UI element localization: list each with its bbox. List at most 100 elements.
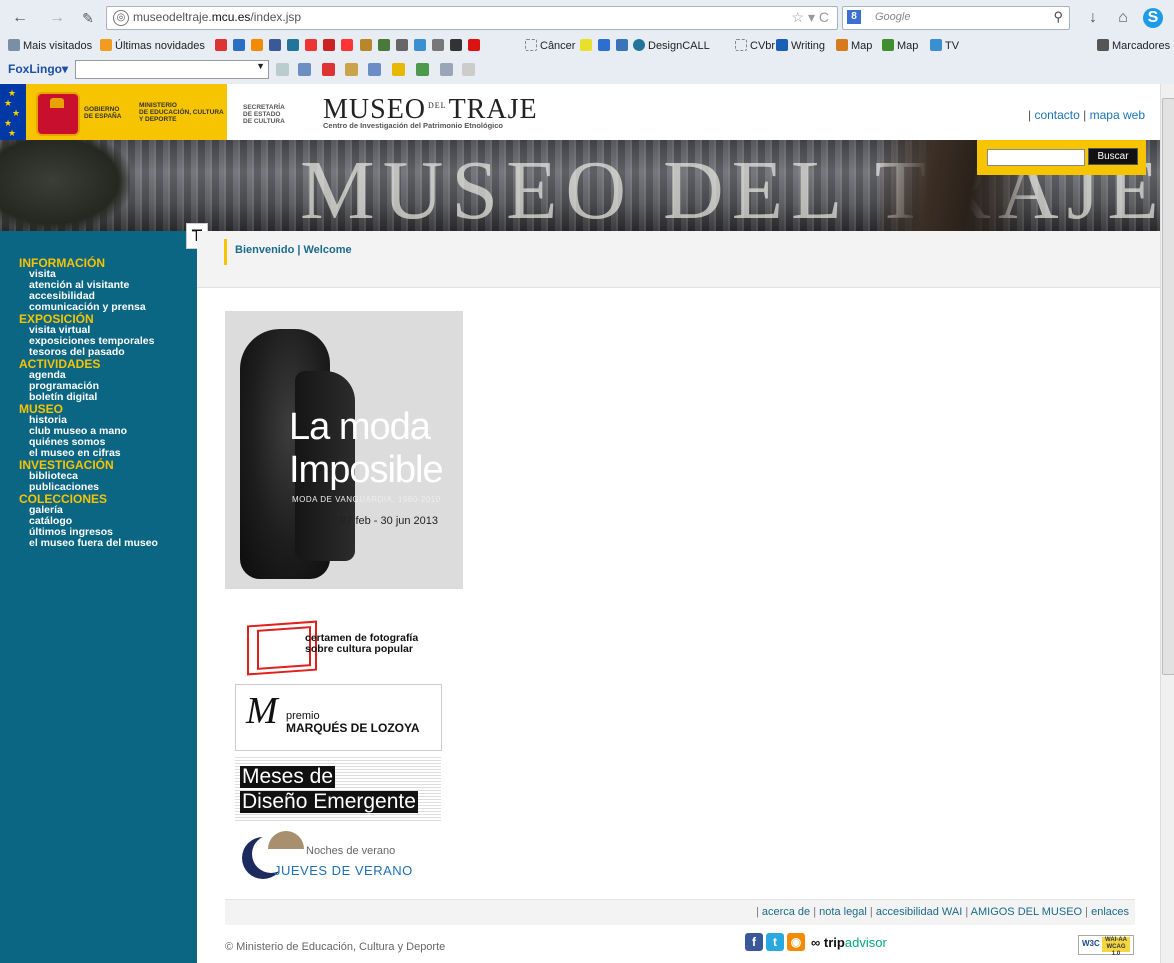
bookmarks-folder[interactable]: Marcadores xyxy=(1097,39,1170,52)
opera-icon xyxy=(341,39,354,51)
back-arrow-icon[interactable]: ← xyxy=(10,8,30,28)
url-text[interactable]: museodeltraje.mcu.es/index.jsp xyxy=(133,10,301,24)
spanish-link[interactable]: Bienvenido xyxy=(235,244,294,256)
bookmarks-bar: Mais visitados Últimas novidades Câncer … xyxy=(0,37,1174,57)
bookmark-icon-group-2[interactable] xyxy=(580,39,631,52)
exhibition-poster[interactable]: La moda Imposible MODA DE VANGUARDIA, 19… xyxy=(225,311,463,589)
spanish-flag-icon[interactable] xyxy=(392,63,405,76)
bookmark-label: Map xyxy=(897,40,919,52)
url-prefix: museodeltraje. xyxy=(133,10,212,24)
poster-title-line2: Imposible xyxy=(289,449,444,491)
wai-aa-badge[interactable]: W3C WAI-AA WCAG 1.0 xyxy=(1078,935,1134,957)
bookmark-icon-group[interactable] xyxy=(215,39,483,52)
foxlingo-toolbar: FoxLingo▾ ▼ xyxy=(0,59,1174,81)
settings-icon[interactable] xyxy=(440,63,453,76)
footer-links: | acerca de | nota legal | accesibilidad… xyxy=(755,906,1129,918)
bookmark-designcall[interactable]: DesignCALL xyxy=(633,39,710,52)
address-bar[interactable]: ◎ museodeltraje.mcu.es/index.jsp ☆ ▾ C xyxy=(106,6,838,30)
bookmark-tv[interactable]: TV xyxy=(930,39,959,52)
extension-pen-icon[interactable]: ✎ xyxy=(78,8,98,28)
pen-icon xyxy=(395,39,408,51)
facebook-icon[interactable]: f xyxy=(745,933,763,951)
foxlingo-language-select[interactable]: ▼ xyxy=(75,60,269,79)
bookmark-label: TV xyxy=(945,40,960,52)
government-logo[interactable]: GOBIERNO DE ESPAÑA MINISTERIO DE EDUCACI… xyxy=(26,84,227,140)
gov-text: GOBIERNO DE ESPAÑA xyxy=(84,106,121,120)
ministry-text: MINISTERIO DE EDUCACIÓN, CULTURA Y DEPOR… xyxy=(139,102,224,123)
copyright: © Ministerio de Educación, Cultura y Dep… xyxy=(225,941,446,953)
secretaria-line: SECRETARÍA xyxy=(243,104,285,111)
rss-icon[interactable]: ◉ xyxy=(787,933,805,951)
emerging-design-banner[interactable]: Meses de Diseño Emergente xyxy=(235,755,441,821)
lozoya-prize-banner[interactable]: M premio MARQUÉS DE LOZOYA xyxy=(235,684,442,751)
secretaria-text: SECRETARÍA DE ESTADO DE CULTURA xyxy=(243,104,285,125)
bookmark-map-2[interactable]: Map xyxy=(882,39,918,52)
scrollbar-thumb[interactable] xyxy=(1162,98,1174,675)
ministry-line: DE EDUCACIÓN, CULTURA xyxy=(139,109,224,116)
wai-level: WAI-AA WCAG 1.0 xyxy=(1102,937,1130,957)
bookmark-most-visited[interactable]: Mais visitados xyxy=(8,39,92,52)
magnifier-icon[interactable] xyxy=(276,63,289,76)
sidebar-item[interactable]: el museo fuera del museo xyxy=(19,538,197,549)
magnifier-icon[interactable]: ⚲ xyxy=(1053,9,1063,25)
foxlingo-label: FoxLingo xyxy=(8,62,62,76)
wordpress-icon xyxy=(633,39,645,51)
bookmark-latest-news[interactable]: Últimas novidades xyxy=(100,39,205,52)
bookmark-cancer[interactable]: Câncer xyxy=(525,39,575,52)
bookmark-writing[interactable]: Writing xyxy=(776,39,825,52)
browser-search-box[interactable]: 8 Google ⚲ xyxy=(842,6,1070,30)
footer-link-links[interactable]: enlaces xyxy=(1091,906,1129,918)
footer-link-friends[interactable]: AMIGOS DEL MUSEO xyxy=(971,906,1082,918)
bookmark-label: Mais visitados xyxy=(23,40,93,52)
grid-icon xyxy=(377,39,390,51)
google-icon: 8 xyxy=(847,10,861,24)
frames-icon xyxy=(257,626,311,670)
search-engine-label: Google xyxy=(875,11,911,23)
header-links: | contacto | mapa web xyxy=(1028,108,1145,122)
document-icon[interactable] xyxy=(368,63,381,76)
bookmark-star-icon[interactable]: ☆ ▾ C xyxy=(792,9,829,26)
gov-line: GOBIERNO xyxy=(84,106,120,113)
le-icon xyxy=(776,39,788,51)
noches-line2: JUEVES DE VERANO xyxy=(274,863,413,878)
photography-contest-banner[interactable]: certamen de fotografía sobre cultura pop… xyxy=(235,615,435,679)
sidebar-menu: INFORMACIÓN visita atención al visitante ac… xyxy=(19,257,197,549)
bookmark-cvbr[interactable]: CVbr xyxy=(735,39,775,52)
page-scrollbar[interactable] xyxy=(1160,84,1174,963)
extra-icon[interactable] xyxy=(462,63,475,76)
site-search-input[interactable] xyxy=(987,149,1085,166)
bookmark-label: Últimas novidades xyxy=(115,40,205,52)
sitemap-link[interactable]: mapa web xyxy=(1090,108,1145,122)
home-icon[interactable]: ⌂ xyxy=(1113,8,1133,28)
search-button[interactable]: Buscar xyxy=(1088,148,1138,165)
summer-nights-banner[interactable]: Noches de verano JUEVES DE VERANO xyxy=(242,827,428,889)
w3c-mark: W3C xyxy=(1082,939,1100,948)
flag-icon[interactable] xyxy=(322,63,335,76)
footer-link-about[interactable]: acerca de xyxy=(762,906,810,918)
map-icon xyxy=(882,39,894,51)
blogger-icon xyxy=(251,39,264,51)
bookmark-map-1[interactable]: Map xyxy=(836,39,872,52)
tripadvisor-logo[interactable]: ∞ tripadvisor xyxy=(811,935,887,950)
twitter-icon[interactable]: t xyxy=(766,933,784,951)
page-translate-icon[interactable] xyxy=(298,63,311,76)
footer-link-legal[interactable]: nota legal xyxy=(819,906,867,918)
secretaria-line: DE ESTADO xyxy=(243,111,281,118)
header-banner-photo: MUSEO DEL TRAJE Buscar xyxy=(0,140,1160,231)
facebook-icon xyxy=(269,39,282,51)
english-link[interactable]: Welcome xyxy=(304,244,352,256)
dictionary-icon[interactable] xyxy=(345,63,358,76)
secretaria-line: DE CULTURA xyxy=(243,118,285,125)
forward-arrow-icon[interactable]: → xyxy=(47,8,67,28)
social-icons: f t ◉ ∞ tripadvisor xyxy=(745,933,925,953)
coat-of-arms-icon xyxy=(36,92,80,136)
skype-icon[interactable]: S xyxy=(1143,8,1163,28)
footer-link-accessibility[interactable]: accesibilidad WAI xyxy=(876,906,962,918)
download-icon[interactable]: ↓ xyxy=(1083,8,1103,28)
contact-link[interactable]: contacto xyxy=(1034,108,1079,122)
tools-icon[interactable] xyxy=(416,63,429,76)
umbrella-icon xyxy=(268,831,304,849)
globe-icon: ◎ xyxy=(113,10,129,26)
url-domain: mcu.es xyxy=(211,10,251,24)
foxlingo-menu[interactable]: FoxLingo▾ xyxy=(8,62,68,76)
